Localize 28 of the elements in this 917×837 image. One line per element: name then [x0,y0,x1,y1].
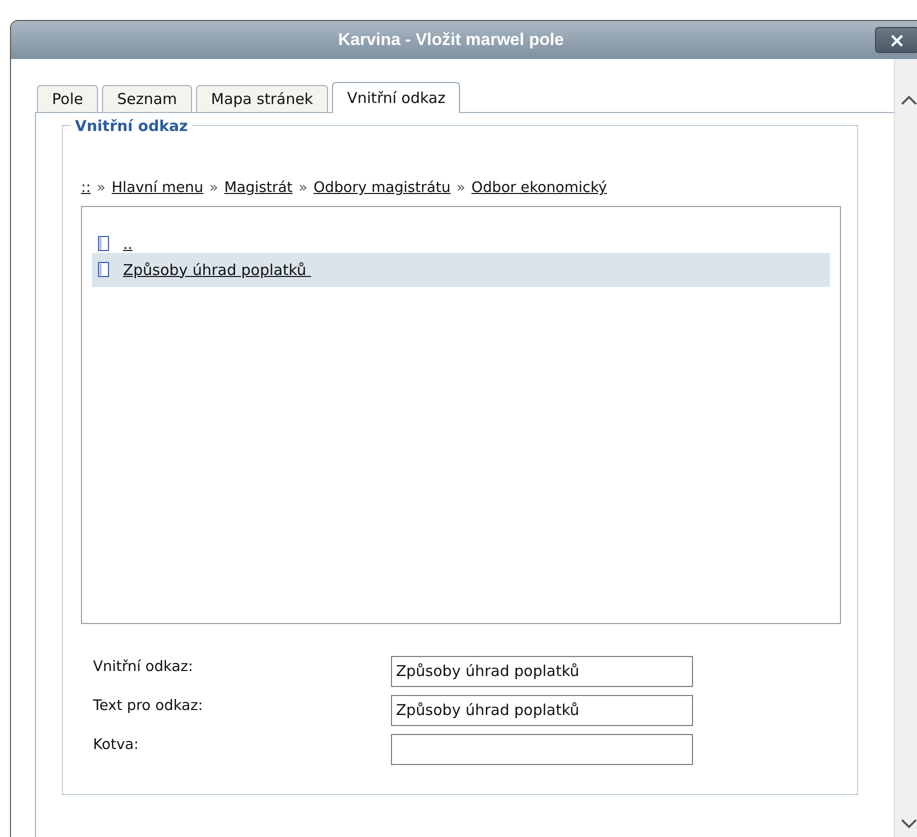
page-link[interactable]: Způsoby úhrad poplatků [123,258,312,281]
tab[interactable]: Seznam [102,85,192,112]
page-link[interactable]: .. [123,232,133,255]
scroll-down-icon[interactable] [901,819,917,829]
breadcrumb-separator: » [456,179,466,198]
scroll-up-icon[interactable] [901,95,917,105]
breadcrumb-link[interactable]: Odbor ekonomický [471,178,607,200]
tab[interactable]: Vnitřní odkaz [332,82,460,113]
input-field[interactable] [391,734,693,765]
input-field[interactable]: Způsoby úhrad poplatků [391,656,693,687]
tab[interactable]: Pole [37,85,98,112]
page-icon [98,262,109,278]
field-label: Vnitřní odkaz: [93,658,194,678]
close-button[interactable]: × [875,27,917,53]
field-label: Text pro odkaz: [93,697,204,716]
input-field[interactable]: Způsoby úhrad poplatků [391,694,693,726]
breadcrumb-separator: » [96,179,106,198]
breadcrumb-link[interactable]: Magistrát [224,178,293,200]
breadcrumb-separator: » [209,179,218,198]
page-icon [98,236,109,252]
breadcrumb-link[interactable]: :: [81,178,91,200]
window-title: Karvina - Vložit marwel pole [337,29,565,52]
breadcrumb-link[interactable]: Odbory magistrátu [313,178,451,200]
breadcrumb-separator: » [298,179,308,198]
breadcrumb-link[interactable]: Hlavní menu [112,178,204,200]
field-label: Kotva: [93,736,140,756]
tab[interactable]: Mapa stránek [196,85,328,112]
page-list-item[interactable]: Způsoby úhrad poplatků [92,252,830,287]
